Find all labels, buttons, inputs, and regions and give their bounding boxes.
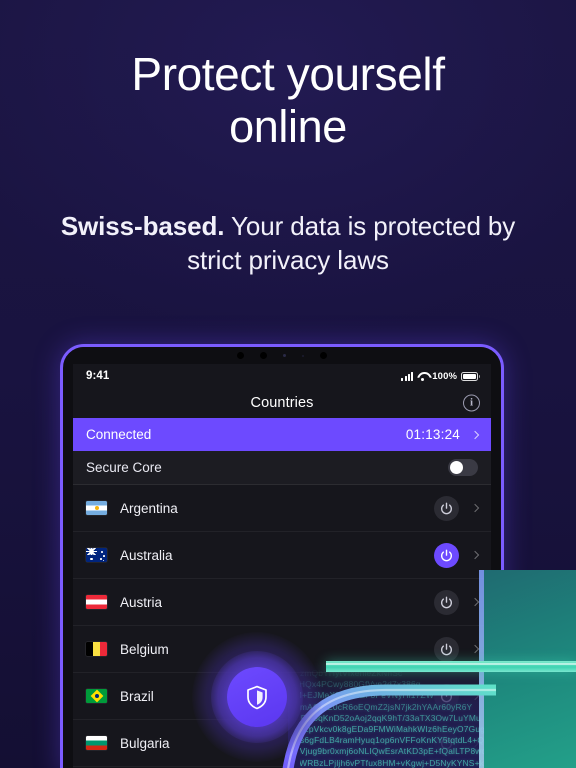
secure-core-toggle[interactable] bbox=[448, 459, 478, 476]
flag-austria-icon bbox=[86, 595, 107, 609]
promo-screen: Protect yourself online Swiss-based. You… bbox=[0, 0, 576, 768]
power-icon[interactable] bbox=[434, 542, 459, 568]
subheadline: Swiss-based. Your data is protected by s… bbox=[34, 210, 542, 278]
status-indicators: 100% bbox=[401, 370, 480, 382]
battery-full-icon bbox=[461, 371, 480, 381]
country-name: Austria bbox=[120, 594, 163, 610]
country-name: Bulgaria bbox=[120, 735, 170, 751]
power-icon[interactable] bbox=[434, 589, 459, 615]
page-title: Protect yourself online bbox=[0, 48, 576, 154]
chevron-right-icon bbox=[470, 644, 480, 654]
connected-label: Connected bbox=[86, 427, 152, 442]
chevron-right-icon bbox=[470, 597, 480, 607]
flag-brazil-icon bbox=[86, 689, 107, 703]
device-bezel bbox=[63, 347, 501, 364]
chevron-right-icon bbox=[470, 430, 480, 439]
device-mockup: 9:41 100% Countries i Connected 01:13:24 bbox=[60, 344, 504, 768]
country-name: Belgium bbox=[120, 641, 169, 657]
speaker-icon bbox=[320, 352, 327, 359]
camera-icon bbox=[237, 352, 244, 359]
subheadline-emphasis: Swiss-based. bbox=[60, 211, 225, 241]
secure-core-row[interactable]: Secure Core bbox=[73, 451, 491, 485]
chevron-right-icon bbox=[470, 738, 480, 748]
country-name: Australia bbox=[120, 547, 173, 563]
connection-timer: 01:13:24 bbox=[405, 427, 460, 442]
power-icon[interactable] bbox=[434, 495, 459, 521]
flag-argentina-icon bbox=[86, 501, 107, 515]
country-row[interactable]: Australia bbox=[73, 532, 491, 579]
flag-australia-icon bbox=[86, 548, 107, 562]
toggle-knob bbox=[450, 461, 463, 474]
country-row[interactable]: Austria bbox=[73, 579, 491, 626]
cellular-signal-icon bbox=[401, 371, 414, 381]
chevron-right-icon bbox=[470, 691, 480, 701]
country-row[interactable]: Bulgaria bbox=[73, 720, 491, 767]
power-icon[interactable] bbox=[434, 683, 459, 709]
flag-bulgaria-icon bbox=[86, 736, 107, 750]
ambient-sensor-icon bbox=[283, 354, 286, 357]
chevron-right-icon bbox=[470, 503, 480, 513]
wifi-icon bbox=[417, 372, 428, 381]
nav-bar: Countries i bbox=[73, 388, 491, 418]
power-icon[interactable] bbox=[434, 730, 459, 756]
subheadline-rest: Your data is protected by strict privacy… bbox=[187, 211, 516, 275]
device-screen: 9:41 100% Countries i Connected 01:13:24 bbox=[73, 364, 491, 768]
chevron-right-icon bbox=[470, 550, 480, 560]
proximity-sensor-icon bbox=[302, 354, 304, 357]
country-name: Argentina bbox=[120, 500, 178, 516]
battery-percent-label: 100% bbox=[432, 370, 457, 382]
status-time: 9:41 bbox=[86, 370, 110, 382]
info-circle-icon[interactable]: i bbox=[463, 394, 480, 412]
sensor-icon bbox=[260, 352, 267, 359]
flag-belgium-icon bbox=[86, 642, 107, 656]
country-row[interactable]: Argentina bbox=[73, 485, 491, 532]
connected-status-row[interactable]: Connected 01:13:24 bbox=[73, 418, 491, 451]
country-list: Argentina Australia Austria Belgium Brazil Bu… bbox=[73, 485, 491, 767]
country-name: Brazil bbox=[120, 688, 154, 704]
country-row[interactable]: Belgium bbox=[73, 626, 491, 673]
power-icon[interactable] bbox=[434, 636, 459, 662]
status-bar: 9:41 100% bbox=[73, 364, 491, 388]
headline-line-1: Protect yourself bbox=[131, 48, 445, 100]
secure-core-label: Secure Core bbox=[86, 460, 162, 475]
headline-line-2: online bbox=[229, 101, 347, 153]
country-row[interactable]: Brazil bbox=[73, 673, 491, 720]
nav-title: Countries bbox=[250, 395, 314, 411]
